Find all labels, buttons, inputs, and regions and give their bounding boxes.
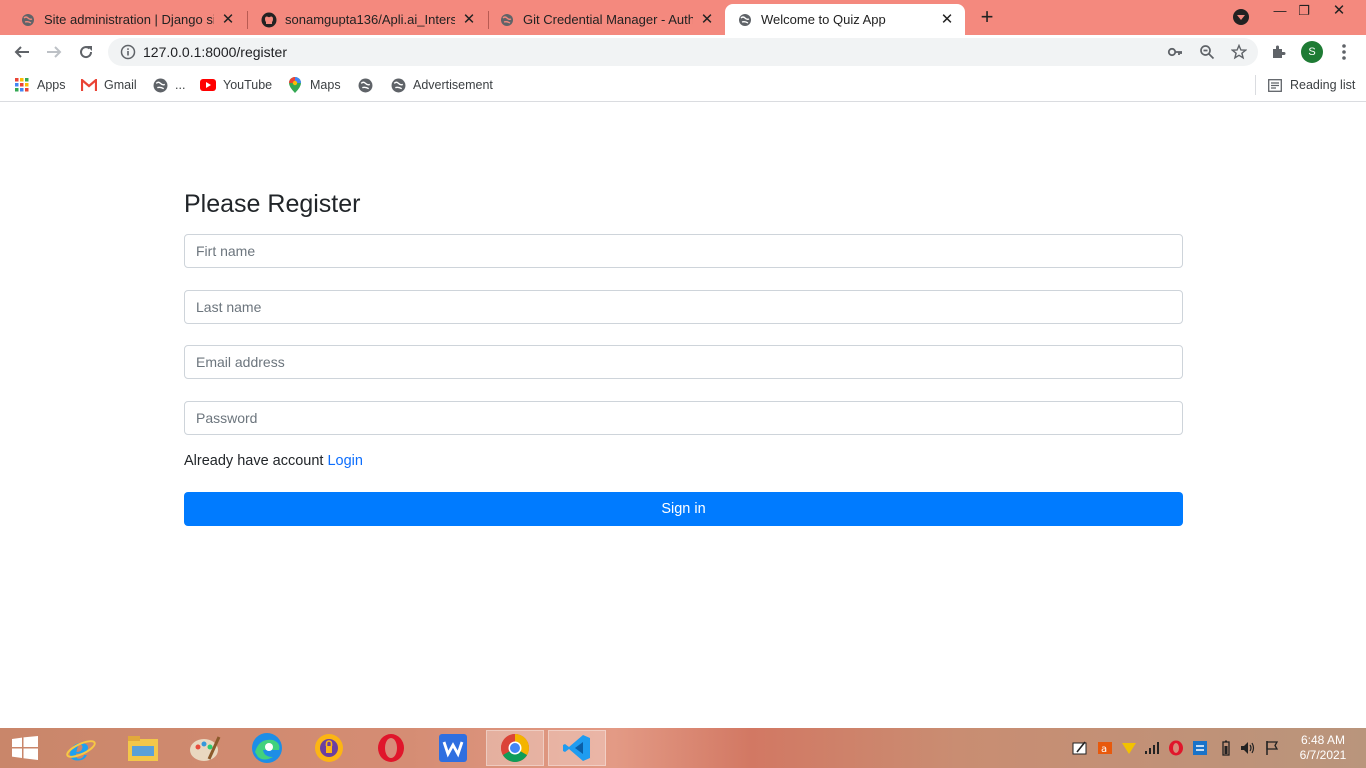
email-input[interactable]	[184, 345, 1183, 379]
battery-icon[interactable]	[1218, 740, 1234, 756]
bookmark-label: Advertisement	[413, 78, 493, 92]
close-icon[interactable]: ✕	[939, 11, 955, 28]
close-icon[interactable]: ✕	[461, 11, 477, 28]
login-prompt-text: Already have account	[184, 453, 324, 469]
page-title: Please Register	[184, 190, 361, 218]
info-icon[interactable]	[120, 44, 136, 65]
reload-button[interactable]	[74, 40, 98, 64]
chrome-icon[interactable]	[486, 730, 544, 766]
tab-github-repo[interactable]: sonamgupta136/Apli.ai_Intership ✕	[249, 4, 487, 35]
globe-icon	[499, 12, 515, 28]
clock-date: 6/7/2021	[1299, 748, 1347, 762]
bookmark-label: Maps	[310, 78, 341, 92]
last-name-input[interactable]	[184, 290, 1183, 324]
profile-avatar[interactable]: S	[1301, 41, 1323, 63]
internet-explorer-icon[interactable]: e	[52, 730, 110, 766]
bookmark-divider	[1255, 75, 1256, 95]
password-input[interactable]	[184, 401, 1183, 435]
first-name-input[interactable]	[184, 234, 1183, 268]
browser-tab-strip: Site administration | Django site admin …	[0, 0, 1366, 35]
reading-list-icon	[1267, 77, 1283, 93]
maps-pin-icon	[287, 77, 303, 93]
clock-time: 6:48 AM	[1300, 733, 1346, 747]
opera-icon[interactable]	[362, 730, 420, 766]
windows-start-icon[interactable]	[0, 730, 50, 766]
bookmark-apps[interactable]: Apps	[14, 76, 66, 94]
tray-sync-icon[interactable]	[1192, 740, 1208, 756]
bookmark-label: Apps	[37, 78, 66, 92]
action-center-flag-icon[interactable]	[1264, 740, 1280, 756]
zoom-icon[interactable]	[1199, 44, 1215, 60]
tab-title: sonamgupta136/Apli.ai_Intership	[285, 12, 455, 27]
reload-icon	[80, 46, 93, 59]
tray-yellow-app-icon[interactable]	[1121, 740, 1137, 756]
tray-pen-icon[interactable]	[1072, 740, 1088, 756]
paint-icon[interactable]	[176, 730, 234, 766]
bookmark-youtube[interactable]: YouTube	[200, 76, 272, 94]
edge-icon[interactable]	[238, 730, 296, 766]
extensions-puzzle-icon[interactable]	[1271, 44, 1287, 60]
restore-icon[interactable]: ❐	[1287, 0, 1321, 24]
reading-list-button[interactable]: Reading list	[1267, 76, 1355, 94]
bookmark-ellipsis[interactable]: ...	[152, 76, 185, 94]
network-signal-icon[interactable]	[1144, 740, 1160, 756]
browser-toolbar: 127.0.0.1:8000/register S	[0, 35, 1366, 69]
bookmark-label: YouTube	[223, 78, 273, 92]
globe-icon	[390, 77, 406, 93]
back-button[interactable]	[10, 40, 34, 64]
close-icon[interactable]: ✕	[220, 11, 236, 28]
github-icon	[261, 12, 277, 28]
arrow-left-icon	[14, 46, 29, 58]
bookmarks-bar: Apps Gmail ... YouTube Maps Advertisemen…	[0, 69, 1366, 102]
wps-office-icon[interactable]	[424, 730, 482, 766]
bookmark-label: Gmail	[104, 78, 137, 92]
kebab-menu-icon[interactable]	[1336, 41, 1352, 63]
close-icon[interactable]: ✕	[699, 11, 715, 28]
bookmark-label: ...	[175, 78, 186, 92]
globe-icon	[737, 12, 753, 28]
bookmark-advertisement[interactable]: Advertisement	[390, 76, 493, 94]
file-explorer-icon[interactable]	[114, 730, 172, 766]
svg-text:a: a	[1101, 744, 1107, 755]
login-link[interactable]: Login	[327, 453, 362, 469]
tab-divider	[247, 11, 248, 29]
tray-office-icon[interactable]: a	[1097, 740, 1113, 756]
bookmark-gmail[interactable]: Gmail	[81, 76, 137, 94]
tab-django-admin[interactable]: Site administration | Django site admin …	[8, 4, 246, 35]
tab-title: Welcome to Quiz App	[761, 12, 886, 27]
apps-grid-icon	[14, 77, 30, 93]
window-close-icon[interactable]: ✕	[1322, 0, 1356, 24]
reading-list-label: Reading list	[1290, 78, 1356, 92]
login-prompt: Already have account Login	[184, 453, 363, 469]
tab-quiz-app[interactable]: Welcome to Quiz App ✕	[725, 4, 965, 35]
system-clock[interactable]: 6:48 AM 6/7/2021	[1290, 733, 1356, 763]
sign-in-button[interactable]: Sign in	[184, 492, 1183, 526]
bookmark-maps[interactable]: Maps	[287, 76, 341, 94]
star-icon[interactable]	[1231, 44, 1247, 60]
tab-git-credential-manager[interactable]: Git Credential Manager - Authentication …	[487, 4, 725, 35]
tab-title: Git Credential Manager - Authentication	[523, 12, 693, 27]
volume-icon[interactable]	[1240, 740, 1256, 756]
bookmark-globe[interactable]	[357, 76, 380, 94]
youtube-icon	[200, 77, 216, 93]
forward-button[interactable]	[42, 40, 66, 64]
tray-opera-icon[interactable]	[1168, 740, 1184, 756]
url-text[interactable]: 127.0.0.1:8000/register	[143, 44, 287, 60]
tab-title: Site administration | Django site admin	[44, 12, 214, 27]
arrow-right-icon	[47, 46, 62, 58]
globe-icon	[20, 12, 36, 28]
gmail-icon	[81, 77, 97, 93]
tab-search-icon[interactable]	[1233, 9, 1249, 25]
new-tab-button[interactable]: +	[975, 6, 999, 30]
address-bar[interactable]: 127.0.0.1:8000/register	[108, 38, 1258, 66]
globe-icon	[357, 77, 373, 93]
key-icon[interactable]	[1167, 44, 1183, 60]
vpn-icon[interactable]	[300, 730, 358, 766]
vscode-icon[interactable]	[548, 730, 606, 766]
globe-icon	[152, 77, 168, 93]
windows-taskbar: e a 6:48 AM 6/7/2021	[0, 728, 1366, 768]
